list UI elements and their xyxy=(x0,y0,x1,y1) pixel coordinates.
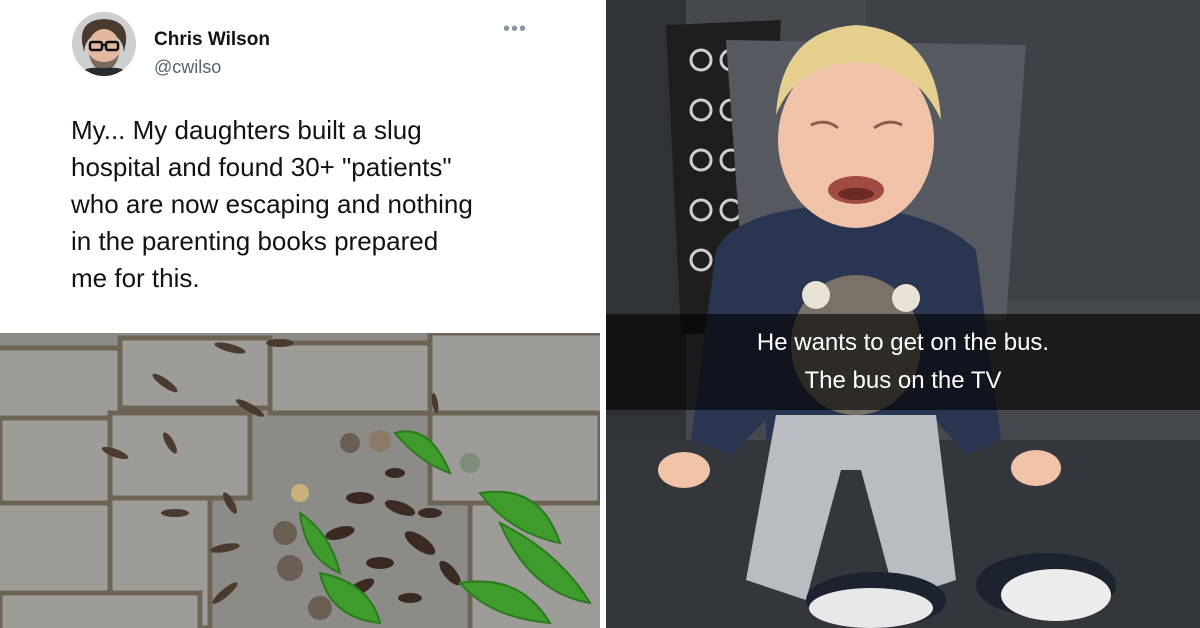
tweet-text-line: who are now escaping and nothing xyxy=(71,189,473,219)
tweet-text-line: in the parenting books prepared xyxy=(71,226,439,256)
tweet-text-line: My... My daughters built a slug xyxy=(71,115,422,145)
avatar[interactable] xyxy=(72,12,136,76)
tweet-text-line: me for this. xyxy=(71,263,200,293)
toddler-meme-panel: He wants to get on the bus. The bus on t… xyxy=(606,0,1200,628)
tweet-text: My... My daughters built a slug hospital… xyxy=(71,112,571,297)
author-name[interactable]: Chris Wilson xyxy=(154,29,270,51)
slug-hospital-photo xyxy=(0,333,600,628)
more-horizontal-icon[interactable]: ••• xyxy=(503,18,527,41)
author-handle[interactable]: @cwilso xyxy=(154,57,221,78)
meme-caption-bar: He wants to get on the bus. The bus on t… xyxy=(606,314,1200,410)
meme-caption-line-2: The bus on the TV xyxy=(804,367,1002,394)
meme-caption-line-1: He wants to get on the bus. xyxy=(756,329,1050,356)
tweet-text-line: hospital and found 30+ "patients" xyxy=(71,152,452,182)
tweet-panel: Chris Wilson @cwilso ••• My... My daught… xyxy=(0,0,600,628)
